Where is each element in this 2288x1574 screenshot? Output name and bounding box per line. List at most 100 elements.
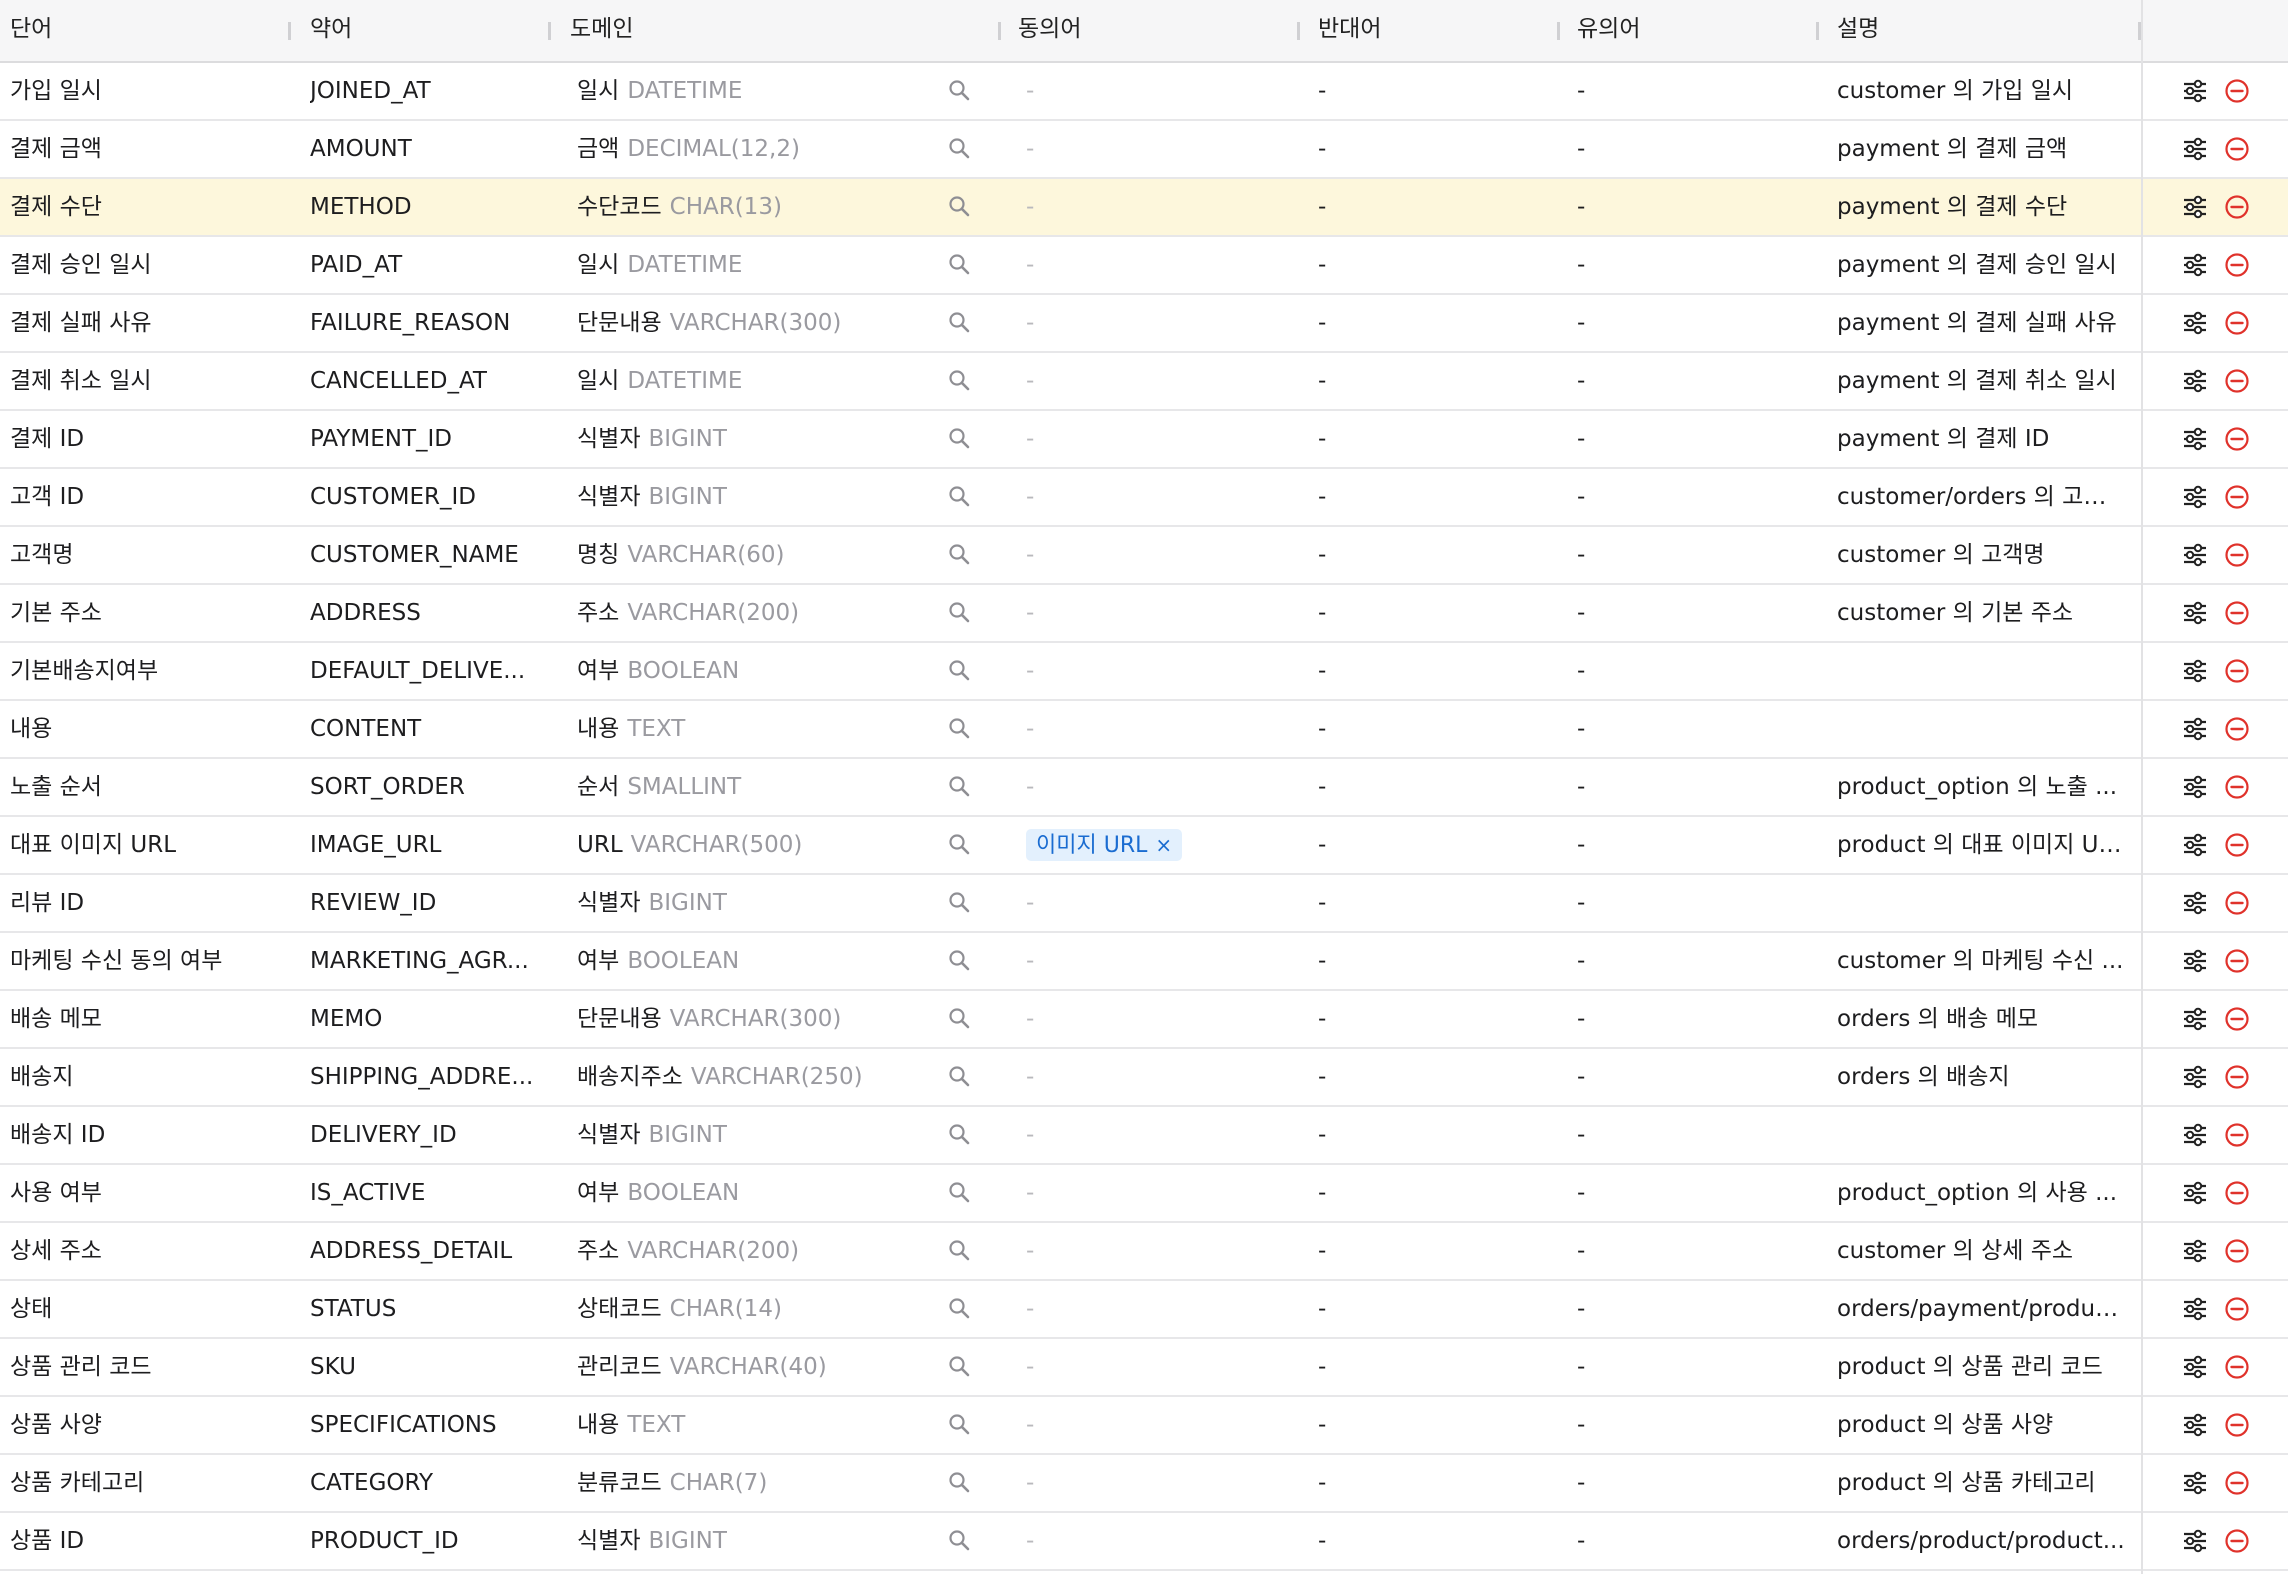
tune-icon[interactable]	[2182, 659, 2208, 683]
tune-icon[interactable]	[2182, 1007, 2208, 1031]
table-row[interactable]: 결제 ID PAYMENT_ID 식별자 BIGINT - - - payment…	[0, 411, 2288, 469]
domain-search-button[interactable]	[948, 701, 978, 757]
similar-cell[interactable]: -	[1577, 1455, 1637, 1511]
domain-search-button[interactable]	[948, 353, 978, 409]
column-resizer[interactable]	[1816, 22, 1819, 40]
synonym-chip[interactable]: 이미지 URL ×	[1026, 829, 1183, 861]
header-synonym[interactable]: 동의어	[1018, 0, 1081, 61]
synonym-cell[interactable]: 이미지 URL ×	[1026, 817, 1296, 873]
synonym-cell[interactable]: -	[1026, 1513, 1296, 1569]
antonym-cell[interactable]: -	[1318, 1455, 1378, 1511]
domain-search-button[interactable]	[948, 585, 978, 641]
similar-cell[interactable]: -	[1577, 1107, 1637, 1163]
antonym-cell[interactable]: -	[1318, 1397, 1378, 1453]
column-resizer[interactable]	[1297, 22, 1300, 40]
similar-cell[interactable]: -	[1577, 1281, 1637, 1337]
similar-cell[interactable]: -	[1577, 585, 1637, 641]
synonym-cell[interactable]: -	[1026, 63, 1296, 119]
antonym-cell[interactable]: -	[1318, 1339, 1378, 1395]
domain-search-button[interactable]	[948, 1513, 978, 1569]
synonym-cell[interactable]: -	[1026, 701, 1296, 757]
chip-remove-icon[interactable]: ×	[1155, 833, 1172, 857]
similar-cell[interactable]: -	[1577, 295, 1637, 351]
domain-search-button[interactable]	[948, 1455, 978, 1511]
domain-search-button[interactable]	[948, 759, 978, 815]
table-row[interactable]: 상세 주소 ADDRESS_DETAIL 주소 VARCHAR(200) - - …	[0, 1223, 2288, 1281]
remove-circle-icon[interactable]	[2224, 542, 2250, 568]
antonym-cell[interactable]: -	[1318, 643, 1378, 699]
remove-circle-icon[interactable]	[2224, 1528, 2250, 1554]
antonym-cell[interactable]: -	[1318, 759, 1378, 815]
remove-circle-icon[interactable]	[2224, 832, 2250, 858]
table-row[interactable]: 상품 카테고리 CATEGORY 분류코드 CHAR(7) - - - produ…	[0, 1455, 2288, 1513]
remove-circle-icon[interactable]	[2224, 600, 2250, 626]
similar-cell[interactable]: -	[1577, 817, 1637, 873]
tune-icon[interactable]	[2182, 601, 2208, 625]
remove-circle-icon[interactable]	[2224, 1296, 2250, 1322]
domain-search-button[interactable]	[948, 643, 978, 699]
tune-icon[interactable]	[2182, 891, 2208, 915]
antonym-cell[interactable]: -	[1318, 875, 1378, 931]
synonym-cell[interactable]: -	[1026, 1107, 1296, 1163]
similar-cell[interactable]: -	[1577, 1049, 1637, 1105]
synonym-cell[interactable]: -	[1026, 469, 1296, 525]
antonym-cell[interactable]: -	[1318, 1223, 1378, 1279]
domain-search-button[interactable]	[948, 1107, 978, 1163]
remove-circle-icon[interactable]	[2224, 716, 2250, 742]
similar-cell[interactable]: -	[1577, 121, 1637, 177]
tune-icon[interactable]	[2182, 79, 2208, 103]
antonym-cell[interactable]: -	[1318, 63, 1378, 119]
column-resizer[interactable]	[998, 22, 1001, 40]
antonym-cell[interactable]: -	[1318, 933, 1378, 989]
table-row[interactable]: 배송 메모 MEMO 단문내용 VARCHAR(300) - - - orders…	[0, 991, 2288, 1049]
header-similar[interactable]: 유의어	[1577, 0, 1640, 61]
synonym-cell[interactable]: -	[1026, 585, 1296, 641]
synonym-cell[interactable]: -	[1026, 1455, 1296, 1511]
remove-circle-icon[interactable]	[2224, 1180, 2250, 1206]
synonym-cell[interactable]: -	[1026, 875, 1296, 931]
synonym-cell[interactable]: -	[1026, 179, 1296, 235]
antonym-cell[interactable]: -	[1318, 1165, 1378, 1221]
antonym-cell[interactable]: -	[1318, 701, 1378, 757]
remove-circle-icon[interactable]	[2224, 136, 2250, 162]
tune-icon[interactable]	[2182, 485, 2208, 509]
tune-icon[interactable]	[2182, 1413, 2208, 1437]
similar-cell[interactable]: -	[1577, 353, 1637, 409]
remove-circle-icon[interactable]	[2224, 890, 2250, 916]
antonym-cell[interactable]: -	[1318, 295, 1378, 351]
remove-circle-icon[interactable]	[2224, 774, 2250, 800]
table-row[interactable]: 기본배송지여부 DEFAULT_DELIVE... 여부 BOOLEAN - - …	[0, 643, 2288, 701]
tune-icon[interactable]	[2182, 1355, 2208, 1379]
similar-cell[interactable]: -	[1577, 527, 1637, 583]
table-row[interactable]: 기본 주소 ADDRESS 주소 VARCHAR(200) - - - custo…	[0, 585, 2288, 643]
header-antonym[interactable]: 반대어	[1318, 0, 1381, 61]
tune-icon[interactable]	[2182, 717, 2208, 741]
table-row[interactable]: 결제 승인 일시 PAID_AT 일시 DATETIME - - - paymen…	[0, 237, 2288, 295]
tune-icon[interactable]	[2182, 253, 2208, 277]
column-resizer[interactable]	[1557, 22, 1560, 40]
similar-cell[interactable]: -	[1577, 701, 1637, 757]
remove-circle-icon[interactable]	[2224, 484, 2250, 510]
remove-circle-icon[interactable]	[2224, 368, 2250, 394]
domain-search-button[interactable]	[948, 1281, 978, 1337]
tune-icon[interactable]	[2182, 1239, 2208, 1263]
table-row[interactable]: 가입 일시 JOINED_AT 일시 DATETIME - - - custome…	[0, 63, 2288, 121]
synonym-cell[interactable]: -	[1026, 121, 1296, 177]
remove-circle-icon[interactable]	[2224, 78, 2250, 104]
remove-circle-icon[interactable]	[2224, 948, 2250, 974]
similar-cell[interactable]: -	[1577, 237, 1637, 293]
synonym-cell[interactable]: -	[1026, 1223, 1296, 1279]
similar-cell[interactable]: -	[1577, 1165, 1637, 1221]
antonym-cell[interactable]: -	[1318, 1281, 1378, 1337]
antonym-cell[interactable]: -	[1318, 179, 1378, 235]
domain-search-button[interactable]	[948, 1049, 978, 1105]
table-row[interactable]: 상품 ID PRODUCT_ID 식별자 BIGINT - - - orders/…	[0, 1513, 2288, 1571]
remove-circle-icon[interactable]	[2224, 310, 2250, 336]
table-row[interactable]: 고객명 CUSTOMER_NAME 명칭 VARCHAR(60) - - - cu…	[0, 527, 2288, 585]
column-resizer[interactable]	[548, 22, 551, 40]
table-row[interactable]: 리뷰 ID REVIEW_ID 식별자 BIGINT - - -	[0, 875, 2288, 933]
synonym-cell[interactable]: -	[1026, 991, 1296, 1047]
header-word[interactable]: 단어	[10, 0, 52, 61]
domain-search-button[interactable]	[948, 1397, 978, 1453]
tune-icon[interactable]	[2182, 1297, 2208, 1321]
